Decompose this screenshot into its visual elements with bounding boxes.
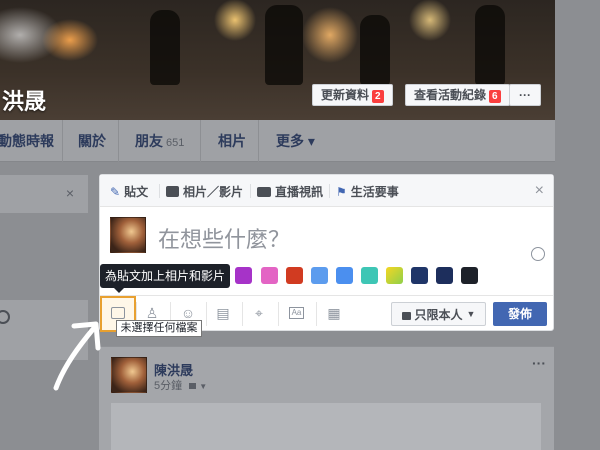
add-photo-tooltip: 為貼文加上相片和影片 [100, 264, 230, 293]
more-options-button[interactable]: ··· [509, 84, 541, 106]
camera-icon [166, 186, 179, 197]
tab-status[interactable]: ✎ 貼文 [110, 183, 148, 200]
toolbar-divider [278, 302, 279, 326]
background-swatch[interactable] [311, 267, 328, 284]
left-panel-box: × [0, 175, 88, 213]
privacy-selector[interactable]: 只限本人 ▼ [391, 302, 486, 326]
post-options-button[interactable]: ··· [532, 355, 546, 371]
lock-icon [189, 383, 197, 389]
flag-icon: ⚑ [336, 184, 347, 199]
tab-about[interactable]: 關於 [78, 131, 106, 151]
location-icon[interactable]: ⌖ [251, 305, 267, 321]
toolbar-divider [242, 302, 243, 326]
background-swatch[interactable] [436, 267, 453, 284]
background-swatch[interactable] [461, 267, 478, 284]
activity-log-button[interactable]: 查看活動紀錄 6 [405, 84, 510, 106]
tab-life-event-label: 生活要事 [350, 185, 399, 199]
tag-friends-icon[interactable]: ♙ [144, 305, 160, 321]
tab-friends-label: 朋友 [135, 133, 163, 149]
background-swatch[interactable] [411, 267, 428, 284]
post-content [111, 403, 541, 450]
cover-figure [265, 5, 303, 85]
update-info-badge: 2 [372, 90, 384, 103]
tab-live-video-label: 直播視訊 [275, 185, 324, 199]
background-swatch[interactable] [235, 267, 252, 284]
text-format-icon[interactable]: Aa [289, 307, 304, 319]
post-meta: 5分鐘 ▼ [154, 377, 207, 393]
post-button[interactable]: 發佈 [493, 302, 547, 326]
tab-photo-video[interactable]: 相片／影片 [166, 183, 243, 200]
post-composer: ✎ 貼文 相片／影片 直播視訊 ⚑ 生活要事 × 在想些什麼？ ♙ ☺ ▤ ⌖ … [99, 174, 554, 332]
cover-figure [360, 15, 390, 85]
tab-divider [329, 184, 330, 198]
annotation-arrow-icon [53, 321, 101, 391]
activity-log-label: 查看活動紀錄 [414, 88, 487, 102]
close-icon[interactable]: × [535, 182, 544, 200]
update-info-button[interactable]: 更新資料 2 [312, 84, 393, 106]
tab-photo-video-label: 相片／影片 [183, 185, 244, 199]
post-time[interactable]: 5分鐘 [154, 380, 182, 392]
background-swatch[interactable] [261, 267, 278, 284]
toolbar-divider [316, 302, 317, 326]
tab-divider [159, 184, 160, 198]
background-swatch[interactable] [336, 267, 353, 284]
nav-divider [258, 120, 259, 162]
background-swatch[interactable] [286, 267, 303, 284]
close-icon[interactable]: × [66, 185, 74, 201]
activity-log-badge: 6 [489, 90, 501, 103]
tab-friends[interactable]: 朋友 651 [135, 131, 184, 151]
background-swatch[interactable] [361, 267, 378, 284]
nav-divider [200, 120, 201, 162]
tab-more[interactable]: 更多 ▾ [276, 131, 315, 151]
video-camera-icon [257, 186, 271, 197]
cover-figure [150, 10, 180, 85]
avatar [111, 357, 147, 393]
background-swatch[interactable] [386, 267, 403, 284]
sticker-icon[interactable]: ▤ [215, 305, 231, 321]
profile-name: 洪晟 [2, 89, 47, 114]
update-info-label: 更新資料 [321, 88, 370, 102]
tab-status-label: 貼文 [124, 185, 149, 199]
friends-count: 651 [166, 137, 185, 149]
toolbar-divider [206, 302, 207, 326]
nav-divider [62, 120, 63, 162]
no-file-tooltip: 未選擇任何檔案 [116, 320, 202, 337]
feed-post: 陳洪晟 5分鐘 ▼ ··· [99, 346, 554, 450]
status-input[interactable]: 在想些什麼？ [158, 222, 290, 254]
tab-photos[interactable]: 相片 [218, 131, 246, 151]
camera-icon [111, 307, 125, 319]
tab-live-video[interactable]: 直播視訊 [257, 183, 323, 200]
nav-divider [118, 120, 119, 162]
tab-timeline[interactable]: 動態時報 [0, 131, 54, 151]
tab-life-event[interactable]: ⚑ 生活要事 [336, 183, 399, 200]
tab-divider [250, 184, 251, 198]
calendar-icon[interactable]: ▦ [326, 305, 342, 321]
emoji-icon[interactable] [0, 310, 10, 324]
cover-figure [475, 5, 505, 85]
emoji-icon[interactable] [531, 247, 545, 261]
privacy-label: 只限本人 [414, 307, 463, 322]
feeling-icon[interactable]: ☺ [180, 305, 196, 321]
chevron-down-icon[interactable]: ▼ [199, 382, 207, 391]
pencil-icon: ✎ [110, 184, 121, 199]
chevron-down-icon: ▼ [466, 309, 476, 319]
profile-nav: 動態時報 關於 朋友 651 相片 更多 ▾ [0, 120, 555, 162]
composer-tabs: ✎ 貼文 相片／影片 直播視訊 ⚑ 生活要事 × [100, 175, 553, 207]
avatar [110, 217, 146, 253]
lock-icon [401, 311, 411, 320]
